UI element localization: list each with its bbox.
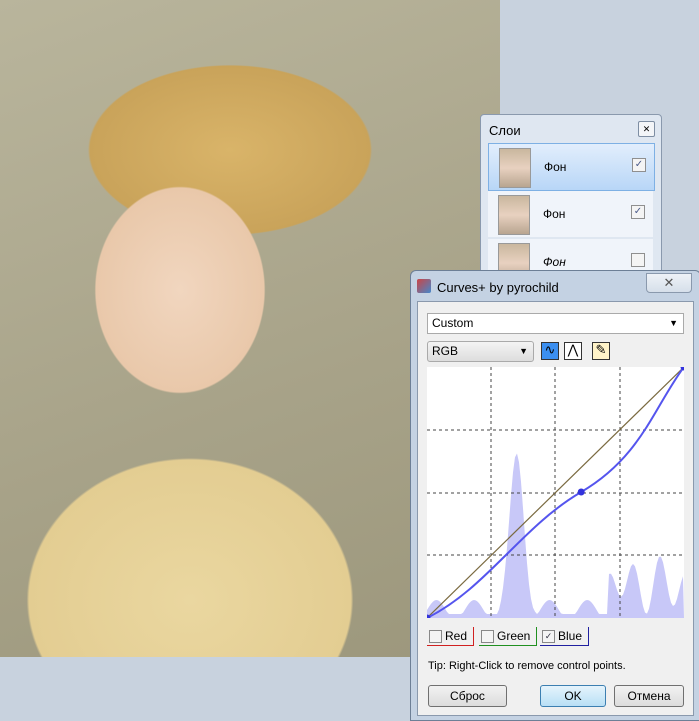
curves-app-icon: [417, 279, 431, 293]
close-button[interactable]: ✕: [646, 273, 692, 293]
layer-thumbnail: [498, 243, 530, 273]
dialog-title: Curves+ by pyrochild: [437, 280, 559, 295]
pencil-tool-icon[interactable]: ✎: [592, 342, 610, 360]
preset-dropdown[interactable]: Custom ▼: [427, 313, 684, 334]
layers-panel: Слои ✕ Фон ✓ Фон ✓ Фон: [480, 114, 662, 276]
curves-dialog: Curves+ by pyrochild ✕ Custom ▼ RGB ▼ ∿ ⋀ …: [410, 270, 699, 721]
green-channel-checkbox[interactable]: Green: [479, 627, 538, 646]
reset-button[interactable]: Сброс: [428, 685, 507, 707]
curve-tool-icon[interactable]: ∿: [541, 342, 559, 360]
layer-thumbnail: [499, 148, 531, 188]
cancel-button[interactable]: Отмена: [614, 685, 684, 707]
chevron-down-icon: ▼: [669, 318, 678, 328]
layer-name: Фон: [544, 160, 567, 174]
layer-item[interactable]: Фон ✓: [488, 143, 655, 191]
close-icon[interactable]: ✕: [638, 121, 655, 137]
mode-dropdown[interactable]: RGB ▼: [427, 341, 534, 362]
layer-visibility-checkbox[interactable]: ✓: [631, 205, 645, 219]
layer-thumbnail: [498, 195, 530, 235]
layers-title: Слои: [489, 123, 521, 138]
red-label: Red: [445, 629, 468, 643]
checkbox-box: ✓: [542, 630, 555, 643]
spline-tool-icon[interactable]: ⋀: [564, 342, 582, 360]
tip-text: Tip: Right-Click to remove control point…: [428, 660, 626, 672]
layer-name: Фон: [543, 255, 566, 269]
layer-visibility-checkbox[interactable]: ✓: [632, 158, 646, 172]
ok-button[interactable]: OK: [540, 685, 606, 707]
checkbox-box: [429, 630, 442, 643]
control-point[interactable]: [577, 488, 585, 496]
curve-graph[interactable]: [427, 367, 684, 618]
mode-value: RGB: [432, 344, 459, 358]
blue-label: Blue: [558, 629, 583, 643]
layer-name: Фон: [543, 207, 566, 221]
blue-channel-checkbox[interactable]: ✓ Blue: [540, 627, 590, 646]
preset-value: Custom: [432, 316, 474, 330]
red-channel-checkbox[interactable]: Red: [427, 627, 475, 646]
layer-visibility-checkbox[interactable]: [631, 253, 645, 267]
green-label: Green: [497, 629, 531, 643]
checkbox-box: [481, 630, 494, 643]
chevron-down-icon: ▼: [519, 346, 528, 356]
layer-item[interactable]: Фон ✓: [488, 191, 653, 237]
layer-item[interactable]: Фон: [488, 239, 653, 273]
